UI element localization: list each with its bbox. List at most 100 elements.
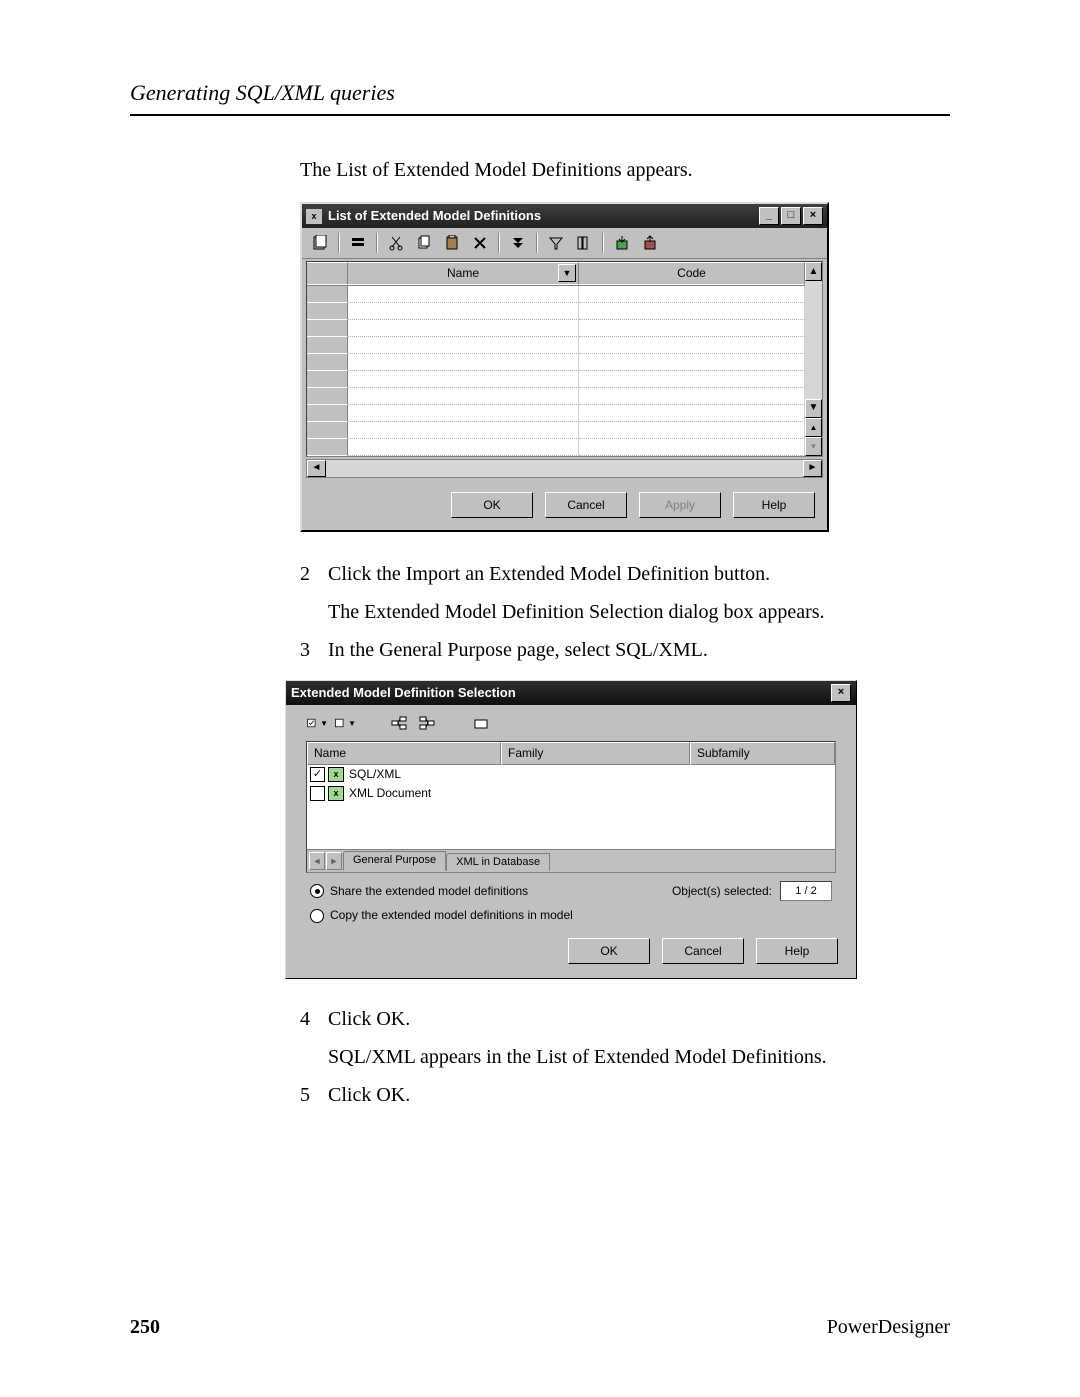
ok-button[interactable]: OK — [451, 492, 533, 518]
list-dialog-titlebar[interactable]: x List of Extended Model Definitions _ □… — [302, 204, 827, 228]
list-dialog-toolbar — [302, 228, 827, 259]
scrollbar-track[interactable] — [805, 281, 822, 399]
selection-dialog-titlebar[interactable]: Extended Model Definition Selection × — [286, 681, 856, 705]
list-dialog-title: List of Extended Model Definitions — [328, 207, 541, 225]
scroll-up-icon[interactable]: ▲ — [805, 262, 822, 281]
table-row[interactable] — [307, 439, 805, 456]
horizontal-scrollbar[interactable]: ◄ ► — [306, 459, 823, 478]
help-button[interactable]: Help — [733, 492, 815, 518]
toolbar-separator — [536, 233, 538, 253]
code-column-label: Code — [677, 266, 706, 280]
intro-text: The List of Extended Model Definitions a… — [300, 156, 950, 184]
step-body: Click OK. — [328, 1081, 950, 1109]
step-body: Click the Import an Extended Model Defin… — [328, 560, 950, 626]
close-icon[interactable]: × — [803, 207, 823, 225]
checkbox-icon[interactable]: ✓ — [310, 767, 325, 782]
vertical-scrollbar[interactable]: ▲ ▼ ▲ ▼ — [805, 262, 822, 456]
scroll-jump-up-icon[interactable]: ▲ — [805, 418, 822, 437]
path-icon[interactable] — [470, 713, 492, 733]
tab-strip: ◄ ► General Purpose XML in Database — [307, 849, 835, 872]
step-number: 5 — [300, 1081, 328, 1109]
cancel-button[interactable]: Cancel — [545, 492, 627, 518]
table-row[interactable] — [307, 405, 805, 422]
deselect-all-icon[interactable]: ▼ — [334, 713, 356, 733]
list-item[interactable]: x XML Document — [307, 784, 835, 803]
export-icon[interactable] — [638, 232, 662, 254]
page-footer: 250 PowerDesigner — [130, 1315, 950, 1339]
checkbox-icon[interactable] — [310, 786, 325, 801]
properties-icon[interactable] — [308, 232, 332, 254]
apply-button[interactable]: Apply — [639, 492, 721, 518]
subfamily-column-header[interactable]: Subfamily — [690, 742, 835, 765]
radio-label: Share the extended model definitions — [330, 883, 528, 900]
step-text: Click OK. — [328, 1081, 950, 1109]
table-row[interactable] — [307, 320, 805, 337]
table-row[interactable] — [307, 422, 805, 439]
table-row[interactable] — [307, 337, 805, 354]
dialog-button-row: OK Cancel Help — [286, 928, 856, 978]
delete-icon[interactable] — [468, 232, 492, 254]
expand-tree-icon[interactable] — [388, 713, 410, 733]
step-text: In the General Purpose page, select SQL/… — [328, 636, 950, 664]
radio-selected-icon[interactable] — [310, 884, 324, 898]
radio-unselected-icon[interactable] — [310, 909, 324, 923]
toolbar-separator — [376, 233, 378, 253]
radio-copy[interactable]: Copy the extended model definitions in m… — [310, 907, 832, 924]
copy-icon[interactable] — [412, 232, 436, 254]
dropdown-icon[interactable]: ▼ — [558, 264, 576, 282]
tab-scroll-right-icon[interactable]: ► — [326, 852, 342, 870]
minimize-icon[interactable]: _ — [759, 207, 779, 225]
close-icon[interactable]: × — [831, 684, 851, 702]
xem-app-icon: x — [306, 209, 322, 224]
ok-button[interactable]: OK — [568, 938, 650, 964]
table-row[interactable] — [307, 388, 805, 405]
step-4: 4 Click OK. SQL/XML appears in the List … — [300, 1005, 950, 1071]
grid: Name ▼ Code — [306, 261, 823, 457]
scroll-down-icon[interactable]: ▼ — [805, 399, 822, 418]
customize-columns-icon[interactable] — [572, 232, 596, 254]
grid-body[interactable] — [307, 286, 805, 456]
list-item[interactable]: ✓ x SQL/XML — [307, 765, 835, 784]
table-row[interactable] — [307, 286, 805, 303]
maximize-icon[interactable]: □ — [781, 207, 801, 225]
selection-dialog-title: Extended Model Definition Selection — [291, 684, 516, 702]
name-column-header[interactable]: Name — [307, 742, 501, 765]
code-column-header[interactable]: Code — [579, 262, 805, 285]
table-row[interactable] — [307, 371, 805, 388]
name-column-header[interactable]: Name ▼ — [348, 262, 579, 285]
cut-icon[interactable] — [384, 232, 408, 254]
xem-icon: x — [328, 767, 344, 782]
selection-toolbar: ▼ ▼ — [286, 705, 856, 741]
insert-row-icon[interactable] — [346, 232, 370, 254]
page-header: Generating SQL/XML queries — [130, 80, 950, 116]
row-header-column[interactable] — [307, 262, 348, 285]
paste-icon[interactable] — [440, 232, 464, 254]
name-column-label: Name — [447, 266, 479, 280]
toolbar-separator — [602, 233, 604, 253]
content-area: The List of Extended Model Definitions a… — [300, 156, 950, 1109]
cancel-button[interactable]: Cancel — [662, 938, 744, 964]
scrollbar-track[interactable] — [326, 460, 803, 477]
selection-list-body[interactable]: ✓ x SQL/XML x XML Document — [307, 765, 835, 849]
grid-header: Name ▼ Code — [307, 262, 805, 286]
step-text: SQL/XML appears in the List of Extended … — [328, 1043, 950, 1071]
tab-xml-in-database[interactable]: XML in Database — [446, 853, 550, 871]
family-column-header[interactable]: Family — [501, 742, 690, 765]
filter-icon[interactable] — [544, 232, 568, 254]
collapse-tree-icon[interactable] — [416, 713, 438, 733]
dialog-button-row: OK Cancel Apply Help — [302, 482, 827, 530]
import-icon[interactable] — [610, 232, 634, 254]
table-row[interactable] — [307, 303, 805, 320]
find-icon[interactable] — [506, 232, 530, 254]
scroll-left-icon[interactable]: ◄ — [307, 460, 326, 477]
table-row[interactable] — [307, 354, 805, 371]
step-number: 3 — [300, 636, 328, 664]
tab-scroll-left-icon[interactable]: ◄ — [309, 852, 325, 870]
select-all-icon[interactable]: ▼ — [306, 713, 328, 733]
step-number: 4 — [300, 1005, 328, 1071]
help-button[interactable]: Help — [756, 938, 838, 964]
scroll-jump-down-icon[interactable]: ▼ — [805, 437, 822, 456]
tab-general-purpose[interactable]: General Purpose — [343, 851, 446, 870]
scroll-right-icon[interactable]: ► — [803, 460, 822, 477]
radio-share[interactable]: Share the extended model definitions — [310, 883, 528, 900]
